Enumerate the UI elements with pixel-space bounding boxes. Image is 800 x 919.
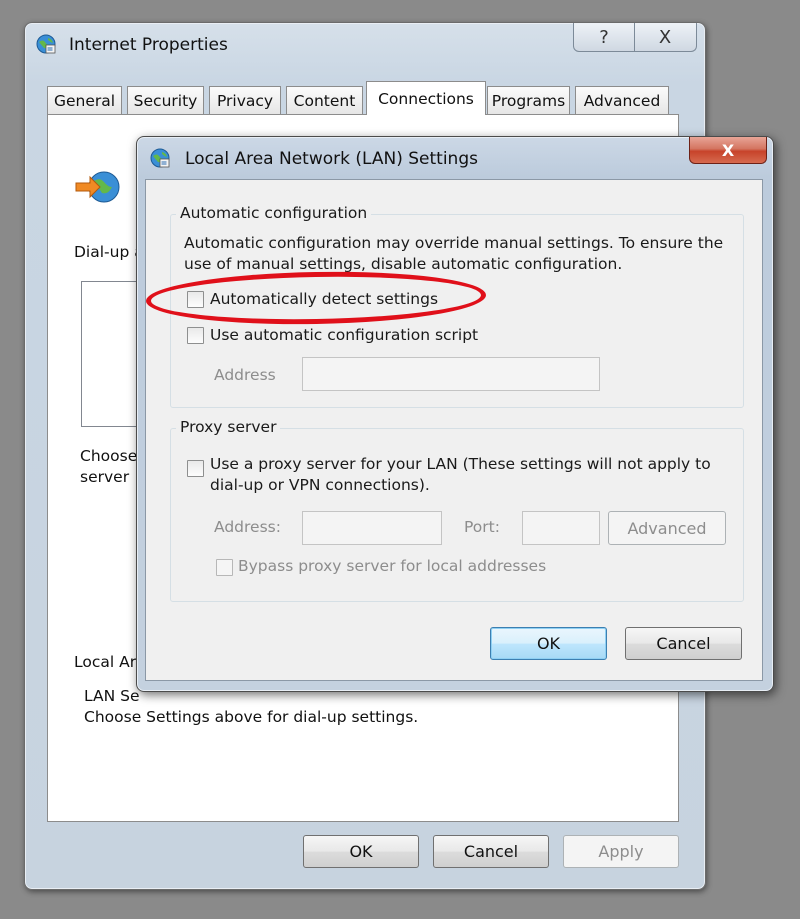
bypass-local-checkbox[interactable] [216, 559, 233, 576]
dialog-title: Local Area Network (LAN) Settings [185, 149, 478, 169]
proxy-port-label: Port: [464, 518, 500, 536]
close-button[interactable]: X [689, 137, 767, 164]
help-button[interactable]: ? [574, 23, 634, 51]
bypass-local-label[interactable]: Bypass proxy server for local addresses [238, 557, 546, 575]
proxy-address-input[interactable] [302, 511, 442, 545]
choose-text-2: server [80, 468, 130, 486]
tab-advanced[interactable]: Advanced [575, 86, 669, 114]
auto-script-checkbox[interactable] [187, 327, 204, 344]
window-title: Internet Properties [69, 35, 228, 55]
use-proxy-label-2[interactable]: dial-up or VPN connections). [210, 476, 430, 494]
automatic-configuration-legend: Automatic configuration [176, 204, 372, 222]
tab-general[interactable]: General [47, 86, 122, 114]
dial-up-label: Dial-up a [74, 243, 144, 261]
auto-config-description-2: use of manual settings, disable automati… [184, 255, 623, 273]
connection-wizard-icon [74, 167, 124, 211]
tab-connections[interactable]: Connections [366, 81, 486, 115]
close-button[interactable]: X [634, 23, 695, 51]
script-address-label: Address [214, 366, 276, 384]
cancel-button[interactable]: Cancel [433, 835, 549, 868]
advanced-button[interactable]: Advanced [608, 511, 726, 545]
local-area-label: Local Ar [74, 653, 137, 671]
tab-content[interactable]: Content [286, 86, 363, 114]
proxy-server-legend: Proxy server [176, 418, 281, 436]
tab-security[interactable]: Security [127, 86, 204, 114]
dialog-body: Automatic configuration Automatic config… [145, 179, 763, 681]
internet-globe-icon [35, 33, 57, 55]
lan-settings-dialog: Local Area Network (LAN) Settings X Auto… [136, 136, 774, 692]
auto-script-label[interactable]: Use automatic configuration script [210, 326, 478, 344]
script-address-input[interactable] [302, 357, 600, 391]
ok-button[interactable]: OK [303, 835, 419, 868]
lan-settings-text: LAN Se [84, 687, 140, 705]
auto-config-description-1: Automatic configuration may override man… [184, 234, 724, 252]
tab-programs[interactable]: Programs [487, 86, 570, 114]
use-proxy-label-1[interactable]: Use a proxy server for your LAN (These s… [210, 455, 711, 473]
use-proxy-checkbox[interactable] [187, 460, 204, 477]
caption-buttons: ? X [573, 23, 697, 52]
proxy-address-label: Address: [214, 518, 281, 536]
choose-settings-text: Choose Settings above for dial-up settin… [84, 708, 419, 726]
choose-text-1: Choose [80, 447, 138, 465]
internet-globe-icon [149, 147, 171, 169]
tab-privacy[interactable]: Privacy [209, 86, 281, 114]
apply-button[interactable]: Apply [563, 835, 679, 868]
proxy-port-input[interactable] [522, 511, 600, 545]
ok-button[interactable]: OK [490, 627, 607, 660]
cancel-button[interactable]: Cancel [625, 627, 742, 660]
